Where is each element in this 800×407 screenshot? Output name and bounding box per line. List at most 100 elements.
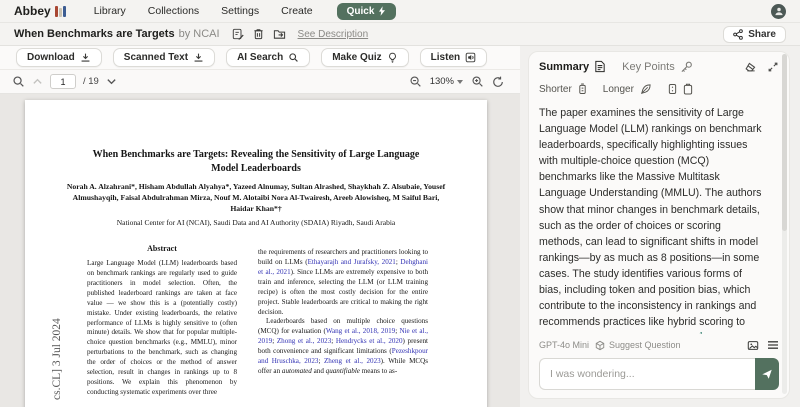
shorter-label: Shorter — [539, 84, 572, 95]
intro-column: the requirements of researchers and prac… — [258, 248, 428, 377]
image-icon[interactable] — [747, 340, 759, 351]
ai-summary-card: Summary Key Points Shorter — [528, 51, 790, 399]
listen-button-label: Listen — [431, 52, 460, 63]
document-header: When Benchmarks are Targets by NCAI See … — [0, 23, 800, 46]
action-bar: Download Scanned Text AI Search Make Qui… — [0, 46, 520, 70]
feather-pen-icon[interactable] — [640, 83, 652, 95]
move-to-folder-icon[interactable] — [273, 28, 286, 40]
tab-key-points[interactable]: Key Points — [622, 61, 693, 73]
scanned-text-button-label: Scanned Text — [124, 52, 188, 63]
tab-summary[interactable]: Summary — [539, 60, 606, 73]
document-icon — [594, 60, 606, 73]
nav-settings[interactable]: Settings — [221, 5, 259, 17]
share-icon — [733, 29, 743, 40]
previous-page-icon[interactable] — [32, 77, 43, 86]
top-nav: Abbey Library Collections Settings Creat… — [0, 0, 800, 23]
brand-name: Abbey — [14, 4, 51, 18]
quick-button[interactable]: Quick — [337, 3, 397, 20]
make-quiz-button-label: Make Quiz — [332, 52, 381, 63]
pdf-toolbar-right: 130% — [409, 75, 508, 88]
see-description-link[interactable]: See Description — [298, 29, 369, 40]
listen-button[interactable]: Listen — [420, 48, 487, 67]
app-window: Abbey Library Collections Settings Creat… — [0, 0, 800, 407]
regenerate-icon[interactable] — [668, 83, 677, 95]
tab-key-points-label: Key Points — [622, 61, 675, 73]
zoom-in-icon[interactable] — [471, 75, 484, 88]
make-quiz-button[interactable]: Make Quiz — [321, 48, 408, 67]
find-in-document-icon[interactable] — [12, 75, 25, 88]
suggest-question-label: Suggest Question — [609, 340, 681, 350]
suggest-question-button[interactable]: Suggest Question — [595, 340, 681, 351]
ai-search-button[interactable]: AI Search — [226, 48, 310, 67]
paper-plane-icon — [761, 368, 773, 380]
rotate-icon[interactable] — [492, 76, 504, 88]
intro-paragraph-2: Leaderboards based on multiple choice qu… — [258, 317, 428, 377]
ai-search-button-label: AI Search — [237, 52, 283, 63]
summary-scrollbar[interactable] — [782, 54, 787, 394]
scrollbar-thumb[interactable] — [782, 54, 787, 231]
cube-icon — [595, 340, 605, 351]
pdf-column: Download Scanned Text AI Search Make Qui… — [0, 46, 520, 407]
zoom-out-icon[interactable] — [409, 75, 422, 88]
chat-meta-row: GPT-4o Mini Suggest Question — [539, 336, 779, 354]
chevron-down-icon — [457, 80, 463, 84]
next-page-icon[interactable] — [106, 77, 117, 86]
send-button[interactable] — [755, 358, 779, 390]
chat-input-row — [539, 358, 779, 390]
paper-affiliation: National Center for AI (NCAI), Saudi Dat… — [85, 218, 427, 229]
document-actions — [232, 28, 286, 40]
search-icon — [288, 52, 299, 63]
books-icon — [55, 6, 66, 17]
pdf-canvas[interactable]: cs.CL] 3 Jul 2024 When Benchmarks are Ta… — [0, 94, 520, 407]
download-icon — [193, 52, 204, 63]
scanned-text-button[interactable]: Scanned Text — [113, 48, 215, 67]
download-button[interactable]: Download — [16, 48, 102, 67]
ai-panel: Summary Key Points Shorter — [520, 46, 800, 407]
expand-icon[interactable] — [767, 61, 779, 73]
download-button-label: Download — [27, 52, 75, 63]
listen-icon — [465, 52, 476, 63]
user-avatar[interactable] — [771, 4, 786, 19]
person-icon — [774, 6, 784, 16]
intro-paragraph-1: the requirements of researchers and prac… — [258, 248, 428, 317]
brand[interactable]: Abbey — [14, 4, 66, 18]
pdf-page: cs.CL] 3 Jul 2024 When Benchmarks are Ta… — [25, 100, 487, 407]
key-icon — [680, 61, 693, 73]
nav-links: Library Collections Settings Create — [94, 5, 313, 17]
zoom-level-value: 130% — [430, 76, 454, 87]
summary-controls: Shorter Longer — [539, 83, 779, 95]
share-button[interactable]: Share — [723, 26, 786, 43]
arxiv-watermark: cs.CL] 3 Jul 2024 — [51, 318, 63, 400]
nav-create[interactable]: Create — [281, 5, 313, 17]
longer-label: Longer — [603, 84, 634, 95]
chat-meta-icons — [747, 340, 779, 351]
pdf-toolbar-left: / 19 — [12, 74, 117, 89]
quick-label: Quick — [347, 6, 375, 17]
trash-icon[interactable] — [253, 28, 264, 40]
abstract-heading: Abstract — [87, 244, 237, 253]
summary-paragraph-1-text: The paper examines the sensitivity of La… — [539, 107, 762, 334]
nav-library[interactable]: Library — [94, 5, 126, 17]
share-label: Share — [748, 29, 776, 40]
document-byline: by NCAI — [179, 28, 220, 40]
menu-icon[interactable] — [767, 340, 779, 351]
zoom-level-dropdown[interactable]: 130% — [430, 76, 463, 87]
download-icon — [80, 52, 91, 63]
copy-icon[interactable] — [683, 83, 693, 95]
paper-title: When Benchmarks are Targets: Revealing t… — [85, 148, 427, 176]
paper-authors: Norah A. Alzahrani*, Hisham Abdullah Aly… — [65, 182, 447, 214]
main-area: Download Scanned Text AI Search Make Qui… — [0, 46, 800, 407]
page-total-label: / 19 — [83, 76, 99, 87]
chat-input[interactable] — [539, 358, 755, 390]
ai-header-actions — [744, 61, 779, 73]
eraser-icon[interactable] — [744, 61, 757, 73]
edit-notes-icon[interactable] — [232, 28, 244, 40]
nav-collections[interactable]: Collections — [148, 5, 199, 17]
tab-summary-label: Summary — [539, 61, 589, 73]
document-title: When Benchmarks are Targets — [14, 28, 175, 40]
shorten-icon[interactable] — [578, 83, 587, 95]
abstract-text: Large Language Model (LLM) leaderboards … — [87, 259, 237, 398]
page-number-input[interactable] — [50, 74, 76, 89]
ai-panel-header: Summary Key Points — [539, 60, 779, 73]
summary-content[interactable]: The paper examines the sensitivity of La… — [539, 105, 779, 334]
